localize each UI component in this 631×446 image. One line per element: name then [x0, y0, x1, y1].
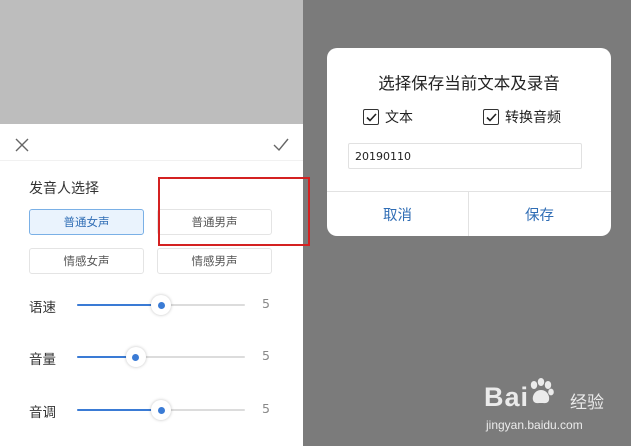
speed-slider-row: 语速 5 — [0, 293, 303, 317]
speed-slider-thumb[interactable] — [151, 295, 171, 315]
option-text-checkbox[interactable]: 文本 — [363, 106, 413, 128]
volume-slider-row: 音量 5 — [0, 345, 303, 369]
pitch-label: 音调 — [29, 405, 56, 421]
voice-settings-sheet: 发音人选择 普通女声 普通男声 情感女声 情感男声 语速 5 音量 5 音调 5 — [0, 124, 303, 446]
voice-option-emotional-female[interactable]: 情感女声 — [29, 248, 144, 274]
close-icon[interactable] — [11, 134, 33, 156]
speed-slider-fill — [77, 304, 161, 306]
save-button[interactable]: 保存 — [469, 192, 610, 236]
pitch-value: 5 — [262, 401, 270, 416]
checkbox-checked-icon — [363, 109, 379, 125]
pitch-slider-thumb[interactable] — [151, 400, 171, 420]
pitch-slider-row: 音调 5 — [0, 398, 303, 422]
speed-value: 5 — [262, 296, 270, 311]
voice-option-emotional-male[interactable]: 情感男声 — [157, 248, 272, 274]
pitch-slider[interactable] — [77, 400, 245, 420]
watermark-url: jingyan.baidu.com — [486, 418, 583, 432]
speed-label: 语速 — [29, 300, 56, 316]
filename-input[interactable] — [348, 143, 582, 169]
header-divider — [0, 160, 303, 161]
option-text-label: 文本 — [385, 110, 413, 126]
volume-value: 5 — [262, 348, 270, 363]
save-dialog: 选择保存当前文本及录音 文本 转换音频 取消 保存 — [327, 48, 611, 236]
dimmed-background — [0, 0, 303, 124]
voice-section-title: 发音人选择 — [29, 181, 99, 197]
volume-slider-thumb[interactable] — [125, 347, 146, 367]
checkbox-checked-icon — [483, 109, 499, 125]
watermark-brand: Bai — [484, 382, 530, 412]
save-highlight-box — [158, 177, 310, 246]
paw-icon — [530, 378, 554, 404]
watermark-suffix: 经验 — [570, 393, 604, 413]
cancel-button[interactable]: 取消 — [327, 192, 468, 236]
check-icon[interactable] — [270, 134, 292, 156]
voice-option-standard-female[interactable]: 普通女声 — [29, 209, 144, 235]
baidu-jingyan-watermark: Bai 经验 jingyan.baidu.com — [478, 376, 628, 442]
speed-slider[interactable] — [77, 295, 245, 315]
pitch-slider-fill — [77, 409, 161, 411]
option-audio-checkbox[interactable]: 转换音频 — [483, 106, 561, 128]
dialog-title: 选择保存当前文本及录音 — [378, 74, 560, 93]
volume-label: 音量 — [29, 352, 56, 368]
volume-slider[interactable] — [77, 347, 245, 367]
option-audio-label: 转换音频 — [505, 110, 561, 126]
